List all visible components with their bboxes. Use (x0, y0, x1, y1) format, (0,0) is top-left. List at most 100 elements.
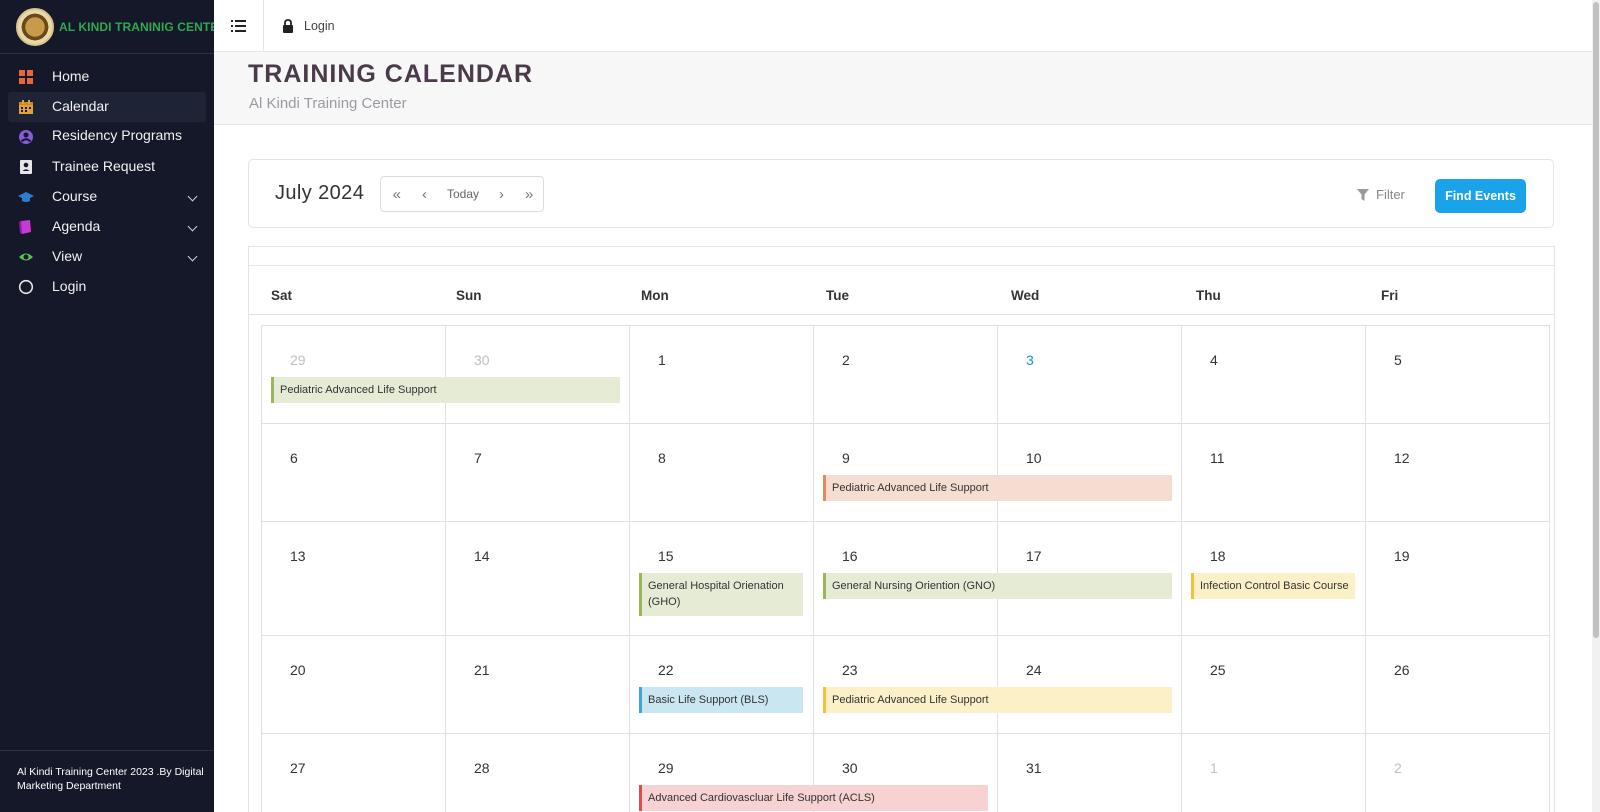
day-number: 29 (290, 352, 306, 368)
day-cell[interactable]: 3 (997, 325, 1182, 424)
day-number: 18 (1210, 548, 1226, 564)
calendar-event[interactable]: Infection Control Basic Course (1191, 573, 1355, 599)
day-cell[interactable]: 4 (1181, 325, 1366, 424)
day-cell[interactable]: 26 (1365, 635, 1550, 734)
day-number: 9 (842, 450, 850, 466)
sidebar-nav: Home Calendar Residency Programs Trainee… (0, 54, 214, 302)
sidebar-item-view[interactable]: View (0, 242, 206, 272)
day-cell[interactable]: 27 (261, 733, 446, 812)
brand[interactable]: AL KINDI TRANINIG CENTER (0, 0, 227, 54)
day-cell[interactable]: 7 (445, 423, 630, 522)
menu-toggle-button[interactable] (214, 0, 264, 52)
weekday-label: Tue (826, 288, 849, 303)
find-events-button[interactable]: Find Events (1435, 179, 1526, 213)
day-cell[interactable]: 23 (813, 635, 998, 734)
calendar-event[interactable]: General Nursing Oriention (GNO) (823, 573, 1172, 599)
day-cell[interactable]: 31 (997, 733, 1182, 812)
day-cell[interactable]: 14 (445, 521, 630, 636)
book-icon (19, 220, 31, 234)
today-button[interactable]: Today (438, 187, 487, 201)
weekday-label: Sat (271, 288, 293, 303)
sidebar-item-agenda[interactable]: Agenda (0, 212, 206, 242)
day-number: 30 (842, 760, 858, 776)
day-number: 20 (290, 662, 306, 678)
day-cell[interactable]: 21 (445, 635, 630, 734)
day-number: 13 (290, 548, 306, 564)
calendar-nav-group: « ‹ Today › » (380, 176, 544, 212)
sidebar-item-residency-programs[interactable]: Residency Programs (0, 122, 206, 152)
day-cell[interactable]: 24 (997, 635, 1182, 734)
sidebar-item-calendar[interactable]: Calendar (8, 92, 206, 122)
calendar-event[interactable]: Pediatric Advanced Life Support (823, 687, 1172, 713)
sidebar-item-course[interactable]: Course (0, 182, 206, 212)
calendar-event[interactable]: General Hospital Orienation (GHO) (639, 573, 803, 616)
calendar-event[interactable]: Pediatric Advanced Life Support (823, 475, 1172, 501)
day-cell[interactable]: 12 (1365, 423, 1550, 522)
calendar-event[interactable]: Basic Life Support (BLS) (639, 687, 803, 713)
day-cell[interactable]: 2 (813, 325, 998, 424)
day-number: 8 (658, 450, 666, 466)
day-number: 5 (1394, 352, 1402, 368)
day-cell[interactable]: 8 (629, 423, 814, 522)
day-number: 31 (1026, 760, 1042, 776)
list-icon (231, 19, 246, 32)
next-year-button[interactable]: » (515, 177, 543, 211)
day-cell[interactable]: 11 (1181, 423, 1366, 522)
prev-year-button[interactable]: « (383, 177, 411, 211)
filter-button[interactable]: Filter (1357, 187, 1405, 202)
weekday-label: Wed (1011, 288, 1040, 303)
day-number: 4 (1210, 352, 1218, 368)
sidebar: AL KINDI TRANINIG CENTER Home Calendar R… (0, 0, 227, 812)
day-cell[interactable]: 29 (261, 325, 446, 424)
sidebar-footer: Al Kindi Training Center 2023 .By Digita… (0, 750, 214, 812)
prev-month-button[interactable]: ‹ (411, 177, 439, 211)
day-cell[interactable]: 28 (445, 733, 630, 812)
login-link[interactable]: Login (282, 19, 335, 33)
day-number: 2 (842, 352, 850, 368)
day-cell[interactable]: 30 (445, 325, 630, 424)
topbar: Login (214, 0, 1592, 52)
day-number: 6 (290, 450, 298, 466)
day-number: 30 (474, 352, 490, 368)
login-label: Login (304, 18, 335, 33)
day-cell[interactable]: 19 (1365, 521, 1550, 636)
day-number: 7 (474, 450, 482, 466)
day-cell[interactable]: 13 (261, 521, 446, 636)
sidebar-item-home[interactable]: Home (0, 62, 206, 92)
weekday-label: Fri (1381, 288, 1399, 303)
day-cell[interactable]: 6 (261, 423, 446, 522)
day-number: 14 (474, 548, 490, 564)
day-cell[interactable]: 5 (1365, 325, 1550, 424)
sidebar-item-login[interactable]: Login (0, 272, 206, 302)
circle-icon (18, 279, 34, 295)
day-cell[interactable]: 10 (997, 423, 1182, 522)
filter-label: Filter (1376, 187, 1405, 202)
scroll-thumb[interactable] (1593, 2, 1599, 638)
logo (16, 7, 54, 46)
day-number: 22 (658, 662, 674, 678)
calendar-toolbar: July 2024 « ‹ Today › » Filter Find Even… (248, 159, 1554, 228)
weekday-label: Thu (1196, 288, 1221, 303)
graduation-cap-icon (18, 192, 34, 202)
day-number: 26 (1394, 662, 1410, 678)
sidebar-item-label: Residency Programs (52, 127, 182, 143)
day-number: 24 (1026, 662, 1042, 678)
calendar-event[interactable]: Pediatric Advanced Life Support (271, 377, 620, 403)
day-cell[interactable]: 2 (1365, 733, 1550, 812)
day-number: 11 (1210, 450, 1225, 466)
calendar-event[interactable]: Advanced Cardiovascluar Life Support (AC… (639, 785, 988, 811)
next-month-button[interactable]: › (488, 177, 516, 211)
day-cell[interactable]: 22 (629, 635, 814, 734)
sidebar-item-label: Agenda (52, 218, 101, 234)
day-cell[interactable]: 9 (813, 423, 998, 522)
sidebar-item-trainee-request[interactable]: Trainee Request (0, 152, 206, 182)
day-cell[interactable]: 1 (629, 325, 814, 424)
sidebar-item-label: Home (52, 68, 90, 84)
weekday-header: Sat Sun Mon Tue Wed Thu Fri (249, 247, 1554, 315)
day-number: 27 (290, 760, 306, 776)
day-number: 29 (658, 760, 674, 776)
scrollbar[interactable] (1592, 0, 1600, 812)
day-cell[interactable]: 1 (1181, 733, 1366, 812)
day-cell[interactable]: 25 (1181, 635, 1366, 734)
day-cell[interactable]: 20 (261, 635, 446, 734)
